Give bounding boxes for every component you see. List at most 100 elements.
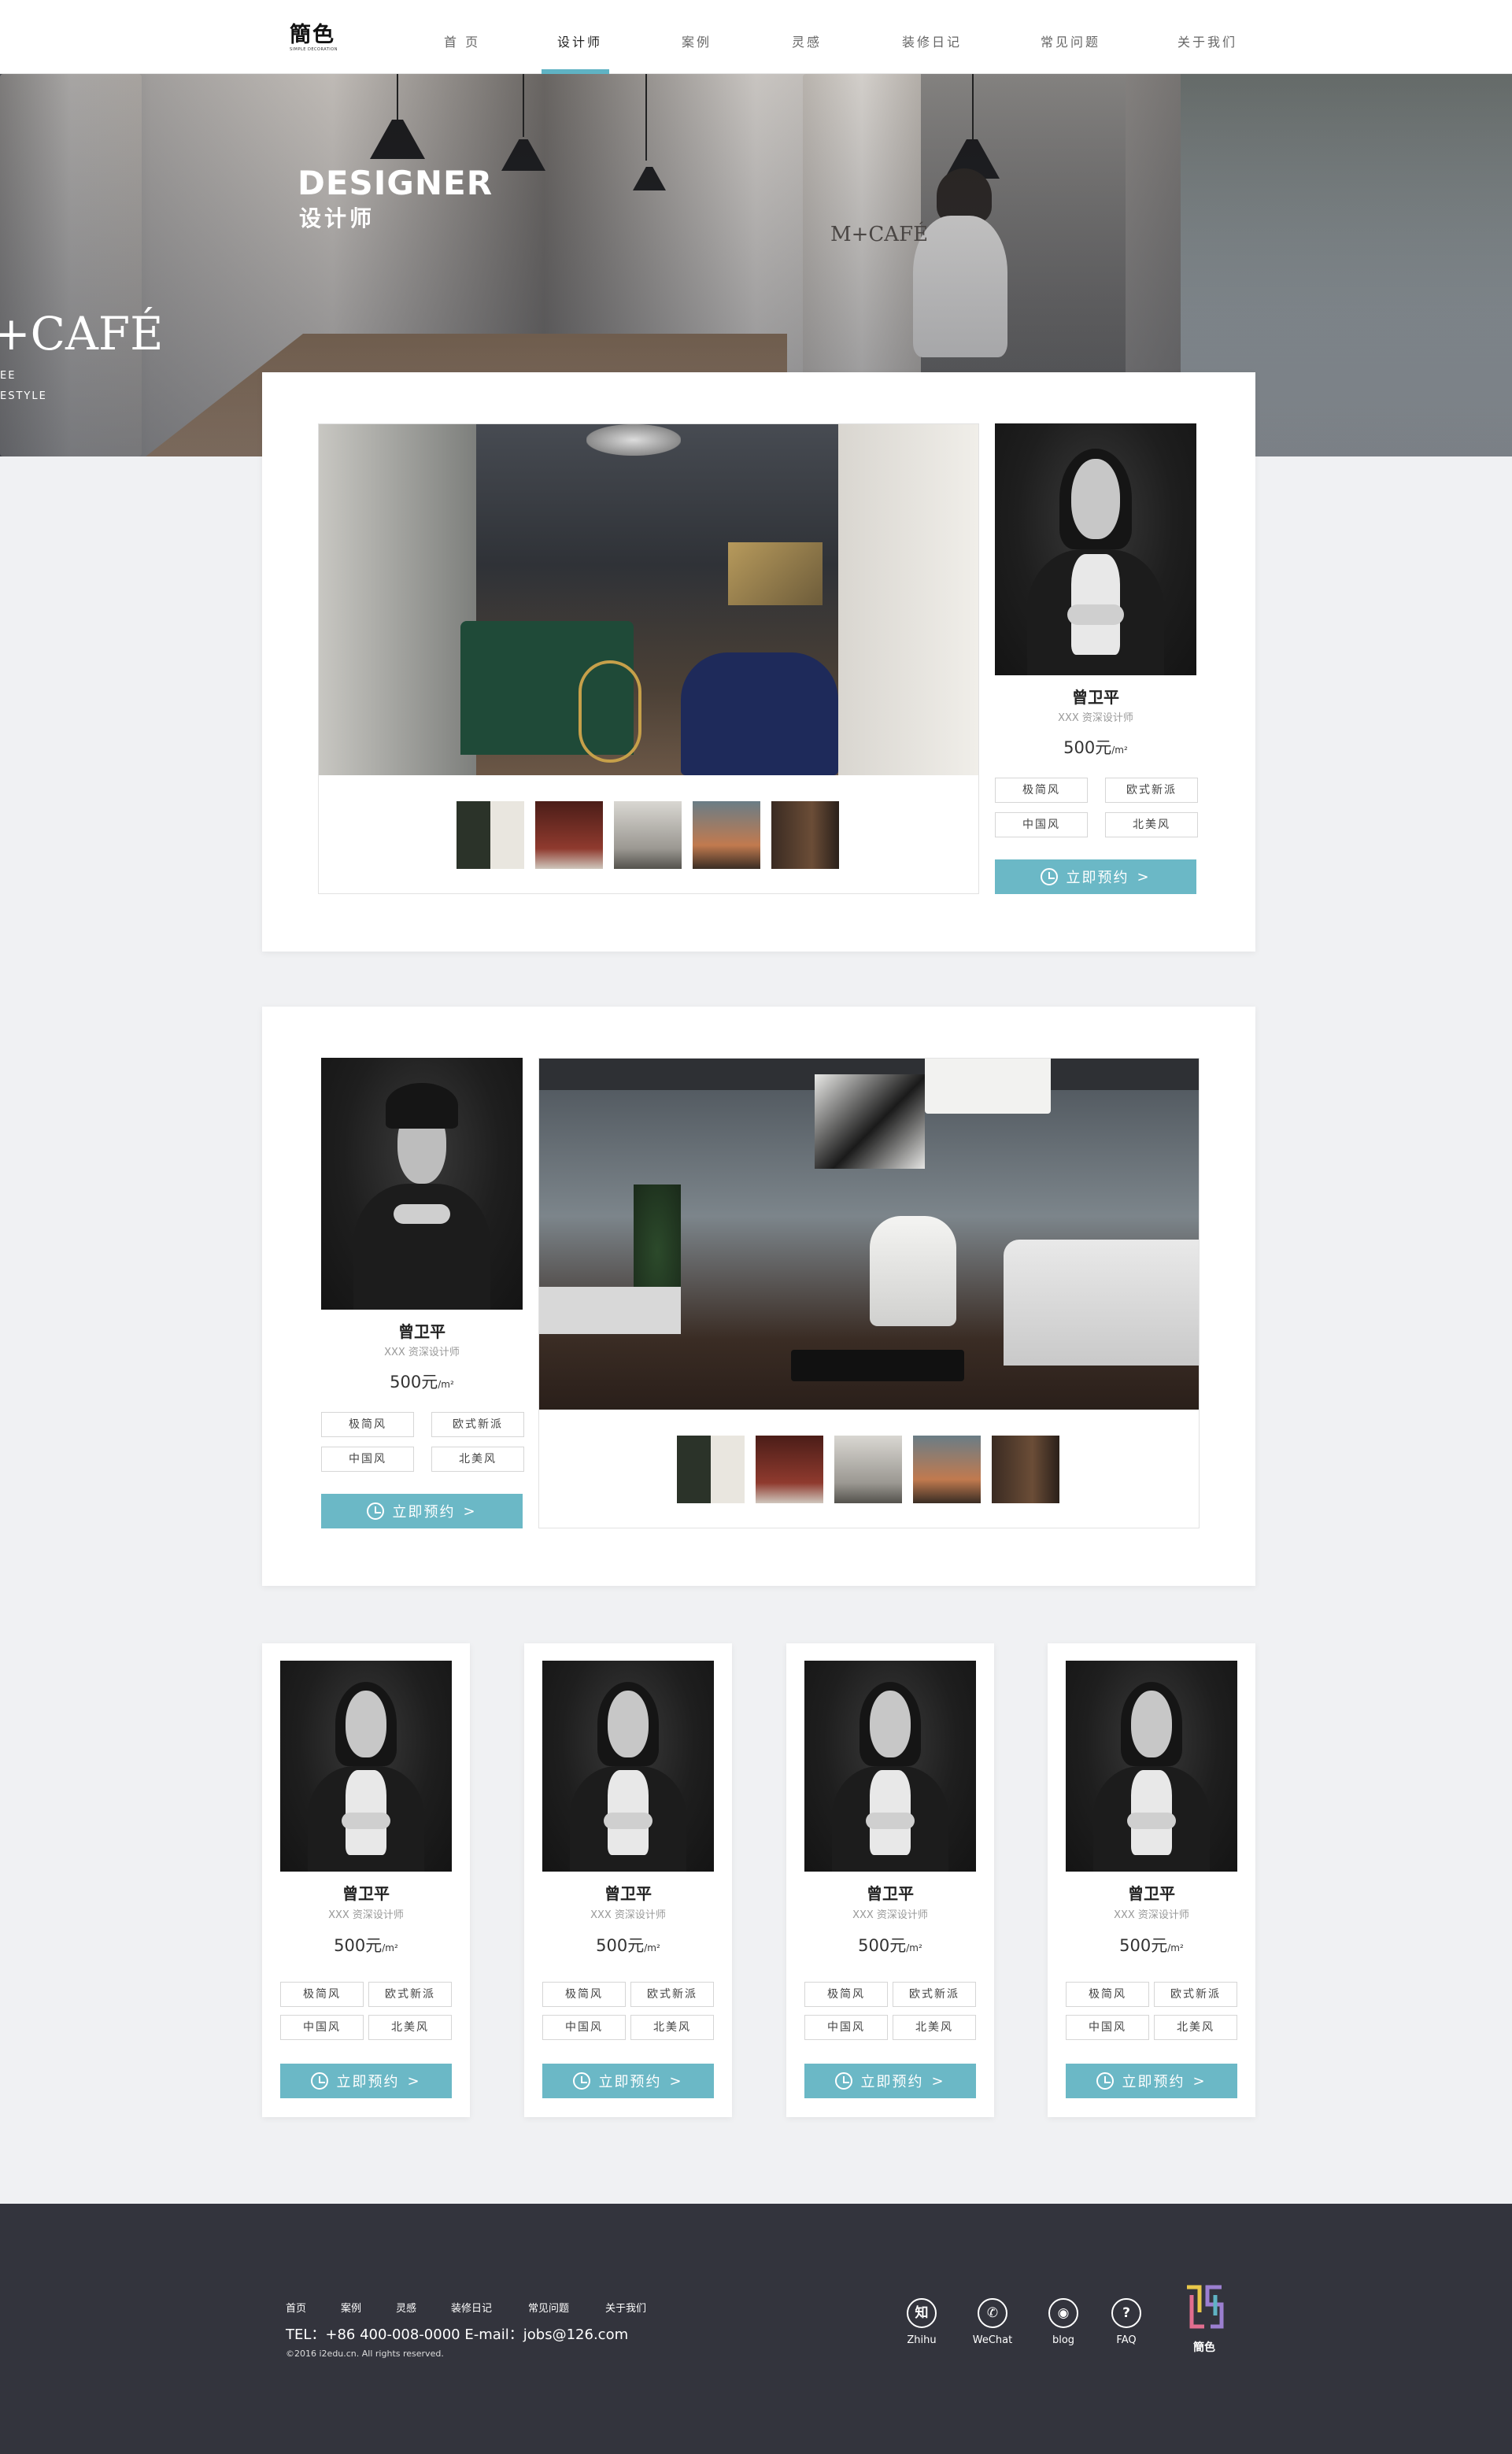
designer-name: 曾卫平 bbox=[867, 1884, 914, 1903]
book-now-button[interactable]: 立即预约 > bbox=[280, 2064, 452, 2098]
logo[interactable]: 簡色 SIMPLE DECORATION bbox=[290, 24, 342, 55]
wechat-icon[interactable]: ✆ bbox=[978, 2298, 1007, 2328]
case-thumbnail[interactable] bbox=[771, 801, 839, 869]
style-tag[interactable]: 极简风 bbox=[280, 1982, 364, 2007]
style-tag[interactable]: 欧式新派 bbox=[1154, 1982, 1237, 2007]
book-now-button[interactable]: 立即预约 > bbox=[804, 2064, 976, 2098]
style-tag[interactable]: 北美风 bbox=[893, 2015, 976, 2040]
designer-avatar[interactable] bbox=[995, 423, 1196, 675]
price-value: 500元 bbox=[334, 1936, 383, 1955]
style-tag[interactable]: 欧式新派 bbox=[630, 1982, 714, 2007]
footer-logo[interactable]: 簡色 bbox=[1181, 2281, 1228, 2354]
price-value: 500元 bbox=[1119, 1936, 1168, 1955]
style-tag[interactable]: 中国风 bbox=[1066, 2015, 1149, 2040]
style-tag[interactable]: 北美风 bbox=[1154, 2015, 1237, 2040]
style-tag[interactable]: 北美风 bbox=[431, 1447, 524, 1472]
weibo-icon[interactable]: ◉ bbox=[1048, 2298, 1078, 2328]
case-main-image[interactable] bbox=[319, 424, 978, 775]
designer-name: 曾卫平 bbox=[398, 1322, 445, 1341]
case-thumbnail[interactable] bbox=[913, 1436, 981, 1503]
footer-nav-faq[interactable]: 常见问题 bbox=[528, 2300, 569, 2315]
clock-icon bbox=[1041, 868, 1059, 885]
chevron-right-icon: > bbox=[407, 2072, 421, 2090]
clock-icon bbox=[1096, 2072, 1115, 2090]
zhihu-icon[interactable]: 知 bbox=[907, 2298, 937, 2328]
book-now-button[interactable]: 立即预约 > bbox=[1066, 2064, 1237, 2098]
designer-name: 曾卫平 bbox=[1128, 1884, 1175, 1903]
case-thumbnail[interactable] bbox=[693, 801, 760, 869]
book-now-button[interactable]: 立即预约 > bbox=[995, 859, 1196, 894]
designer-title: XXX 资深设计师 bbox=[1058, 712, 1133, 724]
case-thumbnail[interactable] bbox=[535, 801, 603, 869]
price-unit: /m² bbox=[1111, 745, 1128, 756]
nav-home[interactable]: 首 页 bbox=[444, 31, 480, 50]
clock-icon bbox=[367, 1502, 385, 1520]
footer-nav-about[interactable]: 关于我们 bbox=[605, 2300, 646, 2315]
book-now-button[interactable]: 立即预约 > bbox=[542, 2064, 714, 2098]
footer-nav-cases[interactable]: 案例 bbox=[341, 2300, 361, 2315]
zhihu-label: Zhihu bbox=[907, 2334, 937, 2346]
nav-cases[interactable]: 案例 bbox=[682, 31, 712, 50]
blog-label: blog bbox=[1052, 2334, 1075, 2346]
nav-faq[interactable]: 常见问题 bbox=[1041, 31, 1100, 50]
case-thumbnail[interactable] bbox=[457, 801, 524, 869]
designer-avatar[interactable] bbox=[804, 1661, 976, 1872]
footer-contact: TEL：+86 400-008-0000 E-mail：jobs@126.com bbox=[286, 2326, 629, 2343]
style-tag[interactable]: 中国风 bbox=[321, 1447, 414, 1472]
footer-nav-home[interactable]: 首页 bbox=[286, 2300, 306, 2315]
style-tag[interactable]: 中国风 bbox=[804, 2015, 888, 2040]
case-thumbnail[interactable] bbox=[756, 1436, 823, 1503]
case-main-image[interactable] bbox=[539, 1059, 1199, 1410]
style-tag[interactable]: 极简风 bbox=[542, 1982, 626, 2007]
footer-logo-mark bbox=[1187, 2285, 1224, 2329]
footer-nav-inspiration[interactable]: 灵感 bbox=[396, 2300, 416, 2315]
case-thumbnail[interactable] bbox=[834, 1436, 902, 1503]
faq-icon[interactable]: ? bbox=[1111, 2298, 1141, 2328]
banner-title-zh: 设计师 bbox=[299, 205, 375, 231]
designer-name: 曾卫平 bbox=[342, 1884, 390, 1903]
style-tag[interactable]: 中国风 bbox=[995, 812, 1088, 837]
site-footer bbox=[0, 2204, 1512, 2454]
room-painting bbox=[815, 1074, 925, 1169]
book-now-button[interactable]: 立即预约 > bbox=[321, 1494, 523, 1528]
designer-avatar[interactable] bbox=[1066, 1661, 1237, 1872]
nav-about[interactable]: 关于我们 bbox=[1177, 31, 1237, 50]
nav-diary[interactable]: 装修日记 bbox=[902, 31, 962, 50]
room-fireplace bbox=[539, 1287, 681, 1334]
nav-designers[interactable]: 设计师 bbox=[557, 31, 602, 50]
style-tag[interactable]: 欧式新派 bbox=[893, 1982, 976, 2007]
designer-title: XXX 资深设计师 bbox=[852, 1909, 928, 1921]
wechat-label: WeChat bbox=[972, 2334, 1013, 2346]
price-value: 500元 bbox=[1063, 738, 1112, 757]
style-tag[interactable]: 北美风 bbox=[368, 2015, 452, 2040]
style-tag[interactable]: 极简风 bbox=[1066, 1982, 1149, 2007]
style-tag[interactable]: 中国风 bbox=[542, 2015, 626, 2040]
banner-sign-small: ESTYLE bbox=[0, 390, 47, 402]
style-tag[interactable]: 欧式新派 bbox=[431, 1412, 524, 1437]
case-thumbnail[interactable] bbox=[992, 1436, 1059, 1503]
book-now-label: 立即预约 bbox=[1122, 2074, 1185, 2090]
style-tag[interactable]: 极简风 bbox=[804, 1982, 888, 2007]
style-tag[interactable]: 北美风 bbox=[630, 2015, 714, 2040]
nav-inspiration[interactable]: 灵感 bbox=[792, 31, 822, 50]
room-gold-table bbox=[579, 660, 641, 763]
footer-nav-diary[interactable]: 装修日记 bbox=[451, 2300, 492, 2315]
style-tag[interactable]: 北美风 bbox=[1105, 812, 1198, 837]
case-thumbnail[interactable] bbox=[614, 801, 682, 869]
designer-avatar[interactable] bbox=[321, 1058, 523, 1310]
designer-avatar[interactable] bbox=[542, 1661, 714, 1872]
clock-icon bbox=[835, 2072, 853, 2090]
banner-sign-small: EE bbox=[0, 370, 17, 382]
style-tag[interactable]: 中国风 bbox=[280, 2015, 364, 2040]
clock-icon bbox=[311, 2072, 329, 2090]
style-tag[interactable]: 极简风 bbox=[321, 1412, 414, 1437]
designer-avatar[interactable] bbox=[280, 1661, 452, 1872]
style-tag[interactable]: 极简风 bbox=[995, 778, 1088, 803]
price-unit: /m² bbox=[382, 1942, 398, 1953]
style-tag[interactable]: 欧式新派 bbox=[1105, 778, 1198, 803]
case-thumbnail[interactable] bbox=[677, 1436, 745, 1503]
style-tag[interactable]: 欧式新派 bbox=[368, 1982, 452, 2007]
chevron-right-icon: > bbox=[463, 1502, 477, 1520]
designer-price: 500元/m² bbox=[1048, 1933, 1255, 1957]
room-chandelier bbox=[586, 424, 681, 456]
